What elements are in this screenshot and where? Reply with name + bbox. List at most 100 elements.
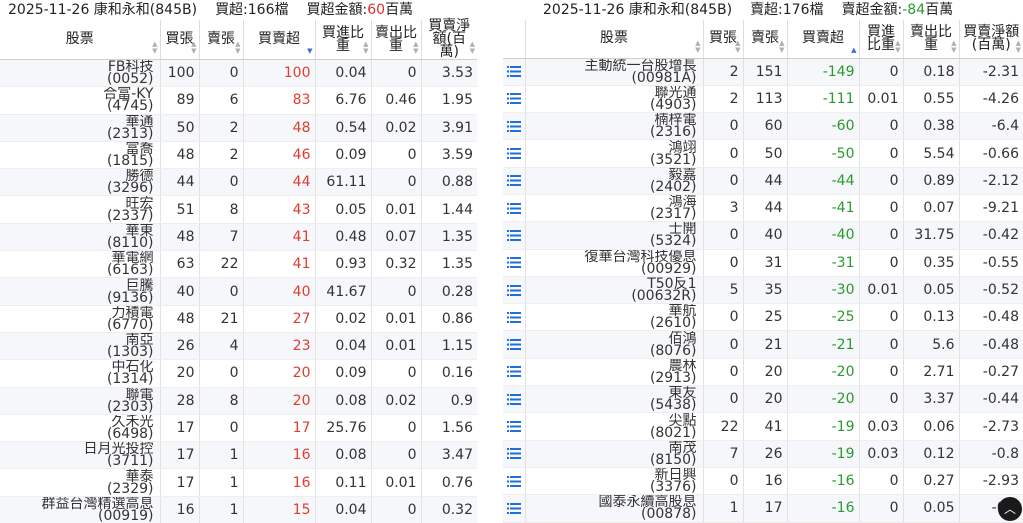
table-row[interactable]: 華電網 (6163) 63 22 41 0.93 0.32 1.35	[0, 250, 477, 279]
table-row[interactable]: 聯光通 (4903) 2 113 -111 0.01 0.55 -4.26	[503, 85, 1023, 114]
row-detail-cell[interactable]	[503, 276, 526, 305]
header-amount[interactable]: 買賣淨額(百萬) ▲ ▼	[959, 20, 1023, 59]
list-icon[interactable]	[506, 175, 521, 187]
table-row[interactable]: 復華台灣科技優息 (00929) 0 31 -31 0 0.35 -0.55	[503, 249, 1023, 277]
stock-name-cell[interactable]: 中石化 (1314)	[0, 359, 161, 388]
row-detail-cell[interactable]	[503, 85, 526, 114]
stock-name-cell[interactable]: 南亞 (1303)	[0, 332, 161, 361]
stock-name-cell[interactable]: 聯光通 (4903)	[525, 85, 704, 114]
header-stock[interactable]: 股票 ▲ ▼	[0, 20, 161, 60]
stock-name-cell[interactable]: 主動統一台股增長 (00981A)	[525, 58, 704, 86]
stock-name-cell[interactable]: 久禾光 (6498)	[0, 414, 161, 443]
row-detail-cell[interactable]	[503, 58, 526, 86]
stock-name-cell[interactable]: 農林 (2913)	[525, 358, 704, 387]
list-icon[interactable]	[506, 393, 521, 405]
table-row[interactable]: 鴻翊 (3521) 0 50 -50 0 5.54 -0.66	[503, 139, 1023, 168]
table-row[interactable]: 毅嘉 (2402) 0 44 -44 0 0.89 -2.12	[503, 167, 1023, 195]
row-detail-cell[interactable]	[503, 112, 526, 141]
header-sell-ratio[interactable]: 賣出比重 ▲ ▼	[371, 20, 422, 60]
table-row[interactable]: 勝德 (3296) 44 0 44 61.11 0 0.88	[0, 168, 477, 197]
table-row[interactable]: 楠梓電 (2316) 0 60 -60 0 0.38 -6.4	[503, 112, 1023, 141]
row-detail-cell[interactable]	[503, 385, 526, 414]
list-icon[interactable]	[506, 448, 521, 460]
stock-name-cell[interactable]: 楠梓電 (2316)	[525, 112, 704, 141]
row-detail-cell[interactable]	[503, 139, 526, 168]
row-detail-cell[interactable]	[503, 494, 526, 523]
table-row[interactable]: 富喬 (1815) 48 2 46 0.09 0 3.59	[0, 141, 477, 170]
stock-name-cell[interactable]: 鴻海 (2317)	[525, 194, 704, 223]
table-row[interactable]: 尖點 (8021) 22 41 -19 0.03 0.06 -2.73	[503, 412, 1023, 441]
stock-name-cell[interactable]: T50反1 (00632R)	[525, 276, 704, 305]
list-icon[interactable]	[506, 229, 521, 241]
table-row[interactable]: 合富-KY (4745) 89 6 83 6.76 0.46 1.95	[0, 86, 477, 115]
stock-name-cell[interactable]: 日月光投控 (3711)	[0, 441, 161, 470]
row-detail-cell[interactable]	[503, 249, 526, 277]
table-row[interactable]: T50反1 (00632R) 5 35 -30 0.01 0.05 -0.52	[503, 276, 1023, 305]
table-row[interactable]: 群益台灣精選高息 (00919) 16 1 15 0.04 0 0.32	[0, 496, 477, 523]
stock-name-cell[interactable]: 佰鴻 (8076)	[525, 330, 704, 359]
stock-name-cell[interactable]: 合富-KY (4745)	[0, 86, 161, 115]
header-sell[interactable]: 賣張 ▲ ▼	[199, 20, 244, 60]
stock-name-cell[interactable]: 勝德 (3296)	[0, 168, 161, 197]
table-row[interactable]: 鴻海 (2317) 3 44 -41 0 0.07 -9.21	[503, 194, 1023, 223]
list-icon[interactable]	[506, 421, 521, 432]
list-icon[interactable]	[506, 93, 521, 105]
header-net[interactable]: 買賣超 ▲	[787, 20, 860, 59]
stock-name-cell[interactable]: 尖點 (8021)	[525, 412, 704, 441]
stock-name-cell[interactable]: 復華台灣科技優息 (00929)	[525, 249, 704, 277]
list-icon[interactable]	[506, 284, 521, 296]
header-buy-ratio[interactable]: 買進比重 ▲ ▼	[859, 20, 904, 59]
list-icon[interactable]	[506, 202, 521, 214]
scroll-top-button[interactable]: ︿	[998, 497, 1022, 521]
table-row[interactable]: FB科技 (0052) 100 0 100 0.04 0 3.53	[0, 59, 477, 88]
row-detail-cell[interactable]	[503, 358, 526, 387]
stock-name-cell[interactable]: 士開 (5324)	[525, 221, 704, 250]
table-row[interactable]: 南亞 (1303) 26 4 23 0.04 0.01 1.15	[0, 332, 477, 361]
list-icon[interactable]	[506, 475, 521, 487]
row-detail-cell[interactable]	[503, 303, 526, 332]
list-icon[interactable]	[506, 66, 521, 78]
row-detail-cell[interactable]	[503, 167, 526, 195]
stock-name-cell[interactable]: 華泰 (2329)	[0, 468, 161, 497]
stock-name-cell[interactable]: 東友 (5438)	[525, 385, 704, 414]
table-row[interactable]: 力積電 (6770) 48 21 27 0.02 0.01 0.86	[0, 305, 477, 333]
header-sell-ratio[interactable]: 賣出比重 ▲ ▼	[903, 20, 960, 59]
row-detail-cell[interactable]	[503, 412, 526, 441]
table-row[interactable]: 華泰 (2329) 17 1 16 0.11 0.01 0.76	[0, 468, 477, 497]
stock-name-cell[interactable]: 華通 (2313)	[0, 114, 161, 142]
row-detail-cell[interactable]	[503, 221, 526, 250]
row-detail-cell[interactable]	[503, 330, 526, 359]
stock-name-cell[interactable]: 國泰永續高股息 (00878)	[525, 494, 704, 523]
row-detail-cell[interactable]	[503, 440, 526, 468]
table-row[interactable]: 士開 (5324) 0 40 -40 0 31.75 -0.42	[503, 221, 1023, 250]
list-icon[interactable]	[506, 339, 521, 351]
stock-name-cell[interactable]: 富喬 (1815)	[0, 141, 161, 170]
table-row[interactable]: 旺宏 (2337) 51 8 43 0.05 0.01 1.44	[0, 195, 477, 224]
list-icon[interactable]	[506, 502, 521, 514]
table-row[interactable]: 東友 (5438) 0 20 -20 0 3.37 -0.44	[503, 385, 1023, 414]
list-icon[interactable]	[506, 311, 521, 323]
stock-name-cell[interactable]: 華電網 (6163)	[0, 250, 161, 279]
list-icon[interactable]	[506, 120, 521, 132]
stock-name-cell[interactable]: FB科技 (0052)	[0, 59, 161, 88]
table-row[interactable]: 久禾光 (6498) 17 0 17 25.76 0 1.56	[0, 414, 477, 443]
table-row[interactable]: 華通 (2313) 50 2 48 0.54 0.02 3.91	[0, 114, 477, 142]
stock-name-cell[interactable]: 新日興 (3376)	[525, 467, 704, 496]
header-buy[interactable]: 買張 ▲ ▼	[703, 20, 744, 59]
stock-name-cell[interactable]: 南茂 (8150)	[525, 440, 704, 468]
header-stock[interactable]: 股票 ▲ ▼	[525, 20, 704, 59]
table-row[interactable]: 佰鴻 (8076) 0 21 -21 0 5.6 -0.48	[503, 330, 1023, 359]
table-row[interactable]: 農林 (2913) 0 20 -20 0 2.71 -0.27	[503, 358, 1023, 387]
row-detail-cell[interactable]	[503, 194, 526, 223]
table-row[interactable]: 華東 (8110) 48 7 41 0.48 0.07 1.35	[0, 223, 477, 252]
header-buy-ratio[interactable]: 買進比重 ▲ ▼	[315, 20, 372, 60]
list-icon[interactable]	[506, 148, 521, 160]
table-row[interactable]: 巨騰 (9136) 40 0 40 41.67 0 0.28	[0, 277, 477, 306]
table-row[interactable]: 中石化 (1314) 20 0 20 0.09 0 0.16	[0, 359, 477, 388]
stock-name-cell[interactable]: 華航 (2610)	[525, 303, 704, 332]
table-row[interactable]: 主動統一台股增長 (00981A) 2 151 -149 0 0.18 -2.31	[503, 58, 1023, 86]
header-net[interactable]: 買賣超 ▼	[243, 20, 316, 60]
header-amount[interactable]: 買賣淨額(百萬) ▲ ▼	[421, 19, 477, 60]
header-buy[interactable]: 買張 ▲ ▼	[160, 20, 200, 60]
list-icon[interactable]	[506, 366, 521, 378]
